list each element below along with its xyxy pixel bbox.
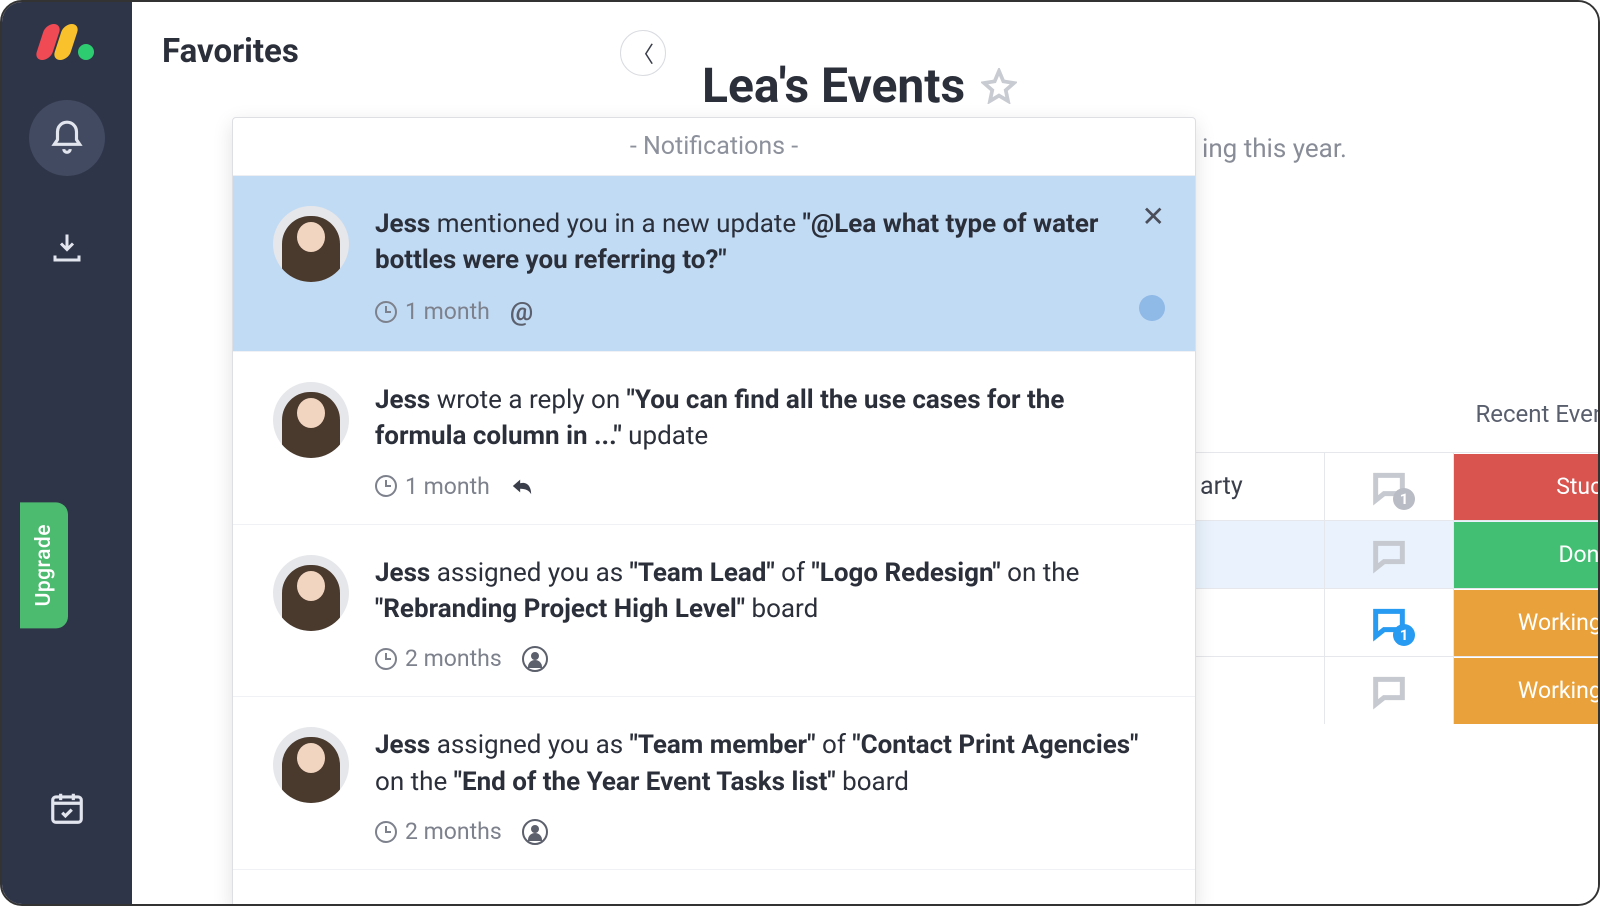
mention-icon: @ [510,297,533,327]
nav-notifications[interactable] [29,100,105,176]
sidebar-section-title: Favorites [162,32,299,71]
table-row[interactable]: arty 1 Stuck [1192,452,1600,520]
notification-item[interactable]: Jess mentioned you in a new update "@Lea… [233,176,1195,352]
clock-icon [375,475,397,497]
notification-text: Jess assigned you as "Team Lead" of "Log… [375,555,1155,628]
avatar[interactable] [273,382,349,458]
notification-item[interactable]: Jess wrote a reply on "You can find all … [233,352,1195,525]
table-row[interactable]: 1 Working on it [1192,588,1600,656]
collapse-sidebar-button[interactable]: 〈 [620,30,666,76]
status-cell[interactable]: Working on it [1454,658,1600,724]
clock-icon [375,821,397,843]
clock-icon [375,648,397,670]
board-title: Lea's Events [702,57,965,114]
avatar[interactable] [273,727,349,803]
avatar[interactable] [273,555,349,631]
nav-calendar[interactable] [29,770,105,846]
board-subtitle-fragment: ing this year. [1202,134,1347,164]
chat-bubble-icon [1367,671,1411,711]
row-chat-button[interactable]: 1 [1324,453,1454,520]
notification-time: 2 months [375,818,502,845]
clock-icon [375,301,397,323]
table-row[interactable]: Working on it [1192,656,1600,724]
notifications-popup: - Notifications - Jess mentioned you in … [232,117,1196,906]
chevron-left-icon: 〈 [632,37,654,69]
table-row[interactable]: Done [1192,520,1600,588]
row-chat-button[interactable] [1324,521,1454,588]
upgrade-button[interactable]: Upgrade [20,502,68,628]
left-rail: Upgrade [2,2,132,904]
status-cell[interactable]: Done [1454,522,1600,588]
notifications-title: - Notifications - [233,118,1195,176]
chat-bubble-icon [1367,535,1411,575]
row-label: arty [1192,472,1324,501]
notification-item[interactable]: Jess assigned you as "Team member" of "C… [233,697,1195,870]
board-table: Recent Event Status arty 1 Stuck Done [1192,400,1600,724]
status-cell[interactable]: Stuck [1454,454,1600,520]
favorite-star-icon[interactable] [981,68,1017,104]
app-frame: Upgrade Favorites 〈 Lea's Events ing thi… [0,0,1600,906]
notification-time: 1 month [375,473,490,500]
dismiss-notification-button[interactable]: ✕ [1142,200,1165,233]
main-area: Favorites 〈 Lea's Events ing this year. … [132,2,1598,904]
inbox-download-icon [48,230,86,266]
notification-time: 1 month [375,298,490,325]
status-cell[interactable]: Working on it [1454,590,1600,656]
avatar[interactable] [273,206,349,282]
row-chat-button[interactable]: 1 [1324,589,1454,656]
assigned-person-icon [522,646,548,672]
unread-indicator [1139,295,1165,321]
assigned-person-icon [522,819,548,845]
board-header: Lea's Events [702,57,1017,114]
row-chat-button[interactable] [1324,657,1454,724]
notification-text: Jess assigned you as "Team member" of "C… [375,727,1155,800]
notification-time: 2 months [375,645,502,672]
app-logo[interactable] [40,24,94,60]
close-icon: ✕ [1142,200,1165,233]
chat-count-badge: 1 [1393,488,1415,510]
column-header-status[interactable]: Recent Event Status [1452,400,1600,428]
notification-text: Jess mentioned you in a new update "@Lea… [375,206,1155,279]
bell-icon [48,118,86,158]
notification-text: Jess wrote a reply on "You can find all … [375,382,1155,455]
reply-icon [510,475,534,497]
notification-item[interactable]: Jess assigned you as "Team Lead" of "Log… [233,525,1195,698]
chat-count-badge: 1 [1393,624,1415,646]
nav-inbox[interactable] [29,210,105,286]
calendar-check-icon [48,789,86,827]
